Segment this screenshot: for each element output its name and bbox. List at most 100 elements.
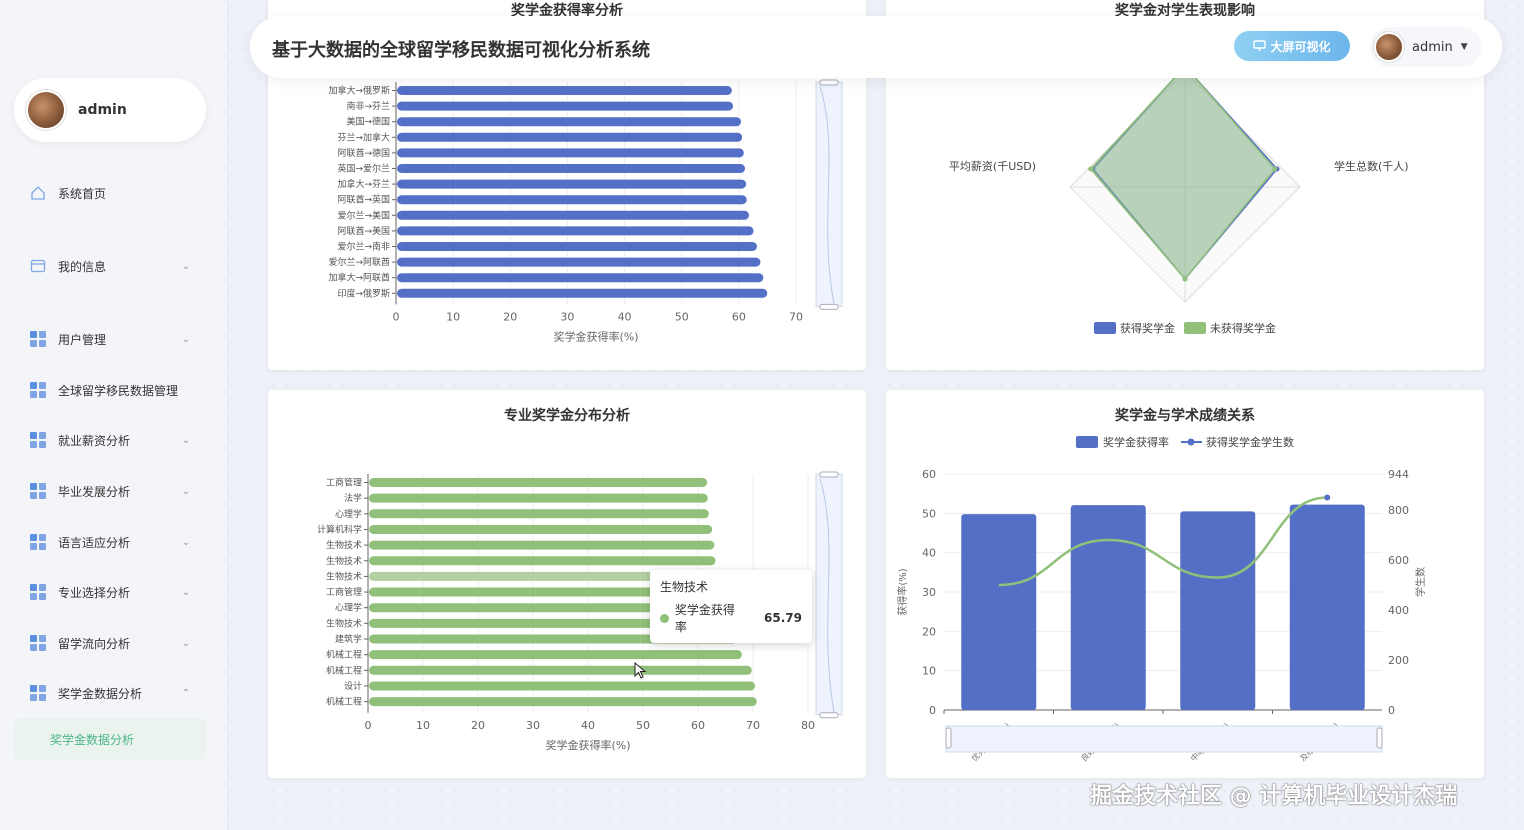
card-academic-relation: 奖学金与学术成绩关系 0 10 20 30 40 50 60 0 200 400 600 800 944…: [886, 390, 1484, 778]
sidebar-item-language-analysis[interactable]: 语言适应分析 ⌄: [30, 531, 200, 553]
x-tick-label: 70: [746, 719, 760, 732]
sidebar-subitem-scholarship-analysis[interactable]: 奖学金数据分析: [14, 718, 206, 760]
y2-tick-label: 400: [1388, 604, 1409, 617]
sidebar-item-label: 系统首页: [58, 186, 107, 201]
user-menu[interactable]: admin ▼: [1370, 27, 1482, 67]
datazoom-handle: [819, 303, 839, 310]
bar: [369, 509, 709, 519]
tooltip-marker: [660, 613, 669, 623]
sidebar-item-my-info[interactable]: 我的信息 ⌄: [30, 255, 200, 277]
bar: [397, 86, 732, 95]
radar-point: [1088, 166, 1094, 172]
bar: [369, 493, 708, 503]
bar: [397, 179, 747, 189]
x-tick-label: 10: [416, 719, 430, 732]
y-tick-label: 生物技术: [326, 555, 362, 567]
x-tick-label: 40: [581, 719, 595, 732]
bar: [961, 514, 1037, 710]
grid-icon: [30, 331, 46, 347]
sidebar-item-flow-analysis[interactable]: 留学流向分析 ⌄: [30, 632, 200, 654]
datazoom-handle: [1376, 727, 1383, 749]
datazoom-slider: [815, 473, 843, 716]
y-tick-label: 0: [929, 704, 936, 717]
datazoom-handle: [819, 79, 839, 86]
sidebar-item-graduation-analysis[interactable]: 毕业发展分析 ⌄: [30, 480, 200, 502]
top-header: 基于大数据的全球留学移民数据可视化分析系统 大屏可视化 admin ▼: [250, 16, 1502, 78]
grid-icon: [30, 635, 46, 651]
sidebar-item-label: 就业薪资分析: [58, 433, 131, 448]
y2-tick-label: 0: [1388, 704, 1395, 717]
sidebar-item-home[interactable]: 系统首页: [30, 182, 200, 204]
bar: [1180, 511, 1256, 710]
y-tick-label: 爱尔兰→美国: [337, 209, 390, 221]
y-tick-label: 30: [922, 586, 936, 599]
datazoom-handle: [945, 727, 952, 749]
sidebar-item-label: 留学流向分析: [58, 636, 131, 651]
radar-indicator-label: 平均薪资(千USD): [949, 160, 1036, 173]
x-tick-label: 0: [365, 719, 372, 732]
bar: [397, 273, 764, 283]
bar: [397, 210, 749, 220]
bar: [397, 242, 757, 251]
y-tick-label: 生物技术: [326, 617, 362, 629]
sidebar-item-label: 语言适应分析: [58, 535, 131, 550]
bar: [369, 478, 708, 487]
x-tick-label: 60: [732, 310, 746, 323]
legend-swatch: [1076, 436, 1098, 448]
chart-tooltip: 生物技术 奖学金获得率 65.79: [650, 570, 812, 643]
y2-tick-label: 800: [1388, 504, 1409, 517]
y-tick-label: 工商管理: [326, 586, 362, 598]
y-tick-label: 爱尔兰→南非: [337, 241, 390, 253]
bar: [397, 164, 745, 173]
header-username: admin: [1412, 39, 1453, 55]
y-tick-label: 阿联酋→美国: [337, 225, 390, 237]
y-tick-label: 爱尔兰→阿联酋: [328, 256, 390, 268]
y-tick-label: 机械工程: [326, 696, 362, 708]
y-tick-label: 加拿大→芬兰: [337, 178, 390, 190]
radar-point: [1182, 276, 1188, 282]
grid-icon: [30, 534, 46, 550]
legend-marker: [1187, 438, 1195, 446]
card-icon: [30, 259, 46, 273]
bar: [369, 697, 757, 707]
sidebar-item-major-analysis[interactable]: 专业选择分析 ⌄: [30, 581, 200, 603]
chevron-down-icon: ⌄: [181, 637, 190, 649]
legend-label: 获得奖学金学生数: [1206, 435, 1294, 449]
radar-indicator-label: 学生总数(千人): [1334, 159, 1409, 173]
sidebar-item-data-management[interactable]: 全球留学移民数据管理: [30, 379, 200, 401]
sidebar-profile[interactable]: admin: [14, 78, 206, 142]
y-tick-label: 南非→芬兰: [346, 100, 390, 112]
mouse-cursor-icon: [634, 662, 647, 679]
tooltip-series: 奖学金获得率: [674, 603, 735, 634]
chevron-down-icon: ⌄: [181, 260, 190, 272]
sidebar-item-scholarship-analysis[interactable]: 奖学金数据分析 ⌃: [30, 682, 200, 704]
datazoom-handle: [819, 712, 839, 719]
avatar: [26, 90, 66, 130]
avatar: [1374, 32, 1404, 62]
y-tick-label: 60: [922, 468, 936, 481]
y-tick-label: 加拿大→阿联酋: [328, 272, 390, 284]
card-major-distribution: 专业奖学金分布分析 0 10 20 30 40 50 60 70 80 工商管理 法学 心理学 计算机科…: [268, 390, 866, 778]
chart-academic-relation: 01020304050600200400600800944获得率(%)学生数优秀…: [896, 435, 1427, 763]
chevron-down-icon: ⌄: [181, 333, 190, 345]
legend-swatch: [1094, 322, 1116, 334]
x-tick-label: 20: [471, 719, 485, 732]
y-tick-label: 阿联酋→德国: [337, 147, 390, 159]
sidebar-username: admin: [78, 102, 127, 118]
datazoom-slider: [945, 725, 1383, 753]
bar: [397, 288, 768, 298]
sidebar-item-salary-analysis[interactable]: 就业薪资分析 ⌄: [30, 429, 200, 451]
radar-point: [1272, 166, 1278, 172]
x-tick-label: 20: [503, 310, 517, 323]
bar: [397, 226, 754, 236]
bar: [369, 650, 742, 660]
y-tick-label: 美国→德国: [346, 116, 390, 128]
datazoom-slider: [815, 81, 843, 307]
bar: [369, 524, 713, 534]
x-tick-label: 60: [691, 719, 705, 732]
legend-label: 奖学金获得率: [1103, 435, 1169, 449]
sidebar-item-user-management[interactable]: 用户管理 ⌄: [30, 328, 200, 350]
bigscreen-button[interactable]: 大屏可视化: [1234, 31, 1350, 61]
page-title: 基于大数据的全球留学移民数据可视化分析系统: [272, 40, 650, 61]
monitor-icon: [1253, 40, 1267, 51]
